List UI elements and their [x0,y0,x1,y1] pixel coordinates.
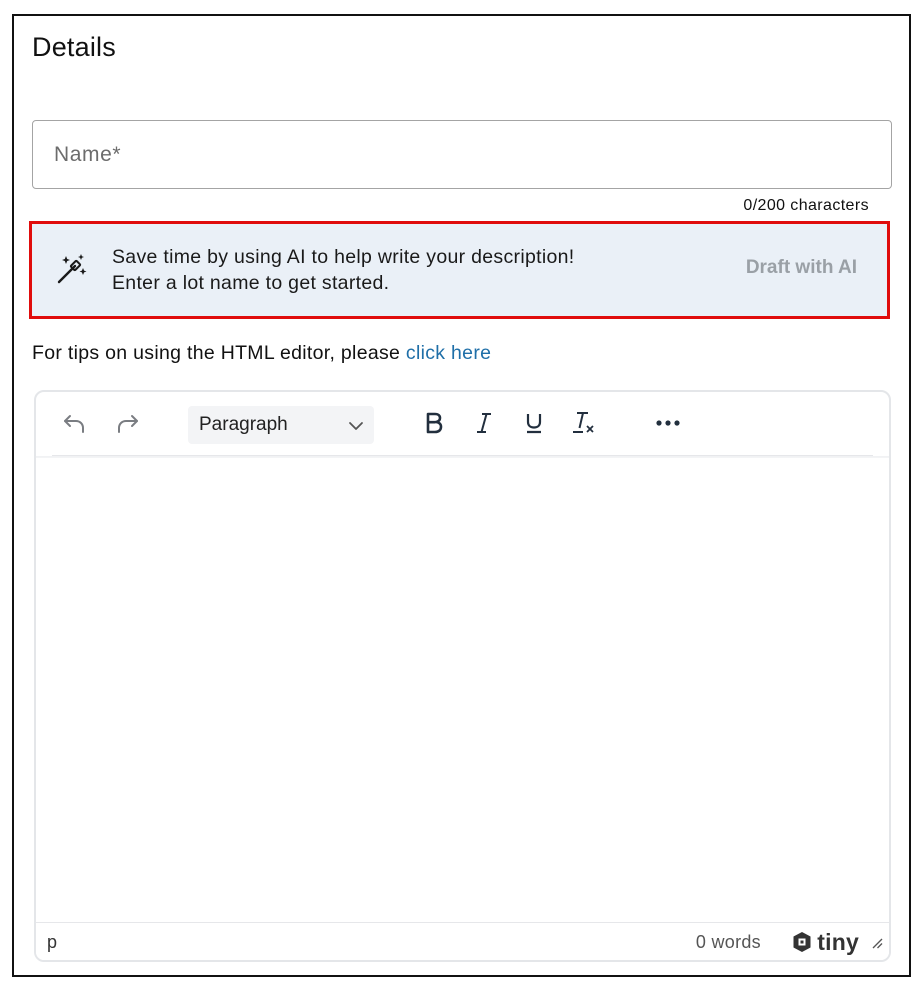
ai-banner-message: Save time by using AI to help write your… [112,244,574,296]
underline-icon [524,411,544,435]
clear-formatting-icon [571,410,597,436]
redo-icon [115,410,141,436]
resize-handle-icon[interactable] [871,936,883,954]
element-path[interactable]: p [47,932,57,953]
more-button[interactable] [650,406,686,440]
ai-banner-line-2: Enter a lot name to get started. [112,272,390,294]
editor-toolbar: Paragraph [52,392,873,456]
ai-banner-line-1: Save time by using AI to help write your… [112,246,575,268]
tiny-logo-icon [793,932,811,952]
magic-wand-icon [55,252,89,286]
underline-button[interactable] [516,406,552,440]
redo-button[interactable] [110,406,146,440]
editor-tips: For tips on using the HTML editor, pleas… [32,342,491,365]
character-counter: 0/200 characters [743,197,869,214]
details-panel: Details 0/200 characters Save time by us… [12,14,911,977]
chevron-down-icon [348,419,364,437]
word-count[interactable]: 0 words [696,932,761,953]
ai-draft-banner: Save time by using AI to help write your… [29,221,890,319]
block-format-select[interactable]: Paragraph [188,406,374,444]
clear-formatting-button[interactable] [566,406,602,440]
editor-statusbar: p 0 words tiny [36,922,889,960]
rich-text-editor: Paragraph p 0 words tiny [34,390,891,962]
bold-icon [423,411,445,435]
editor-tips-link[interactable]: click here [406,342,491,364]
draft-with-ai-button[interactable]: Draft with AI [746,257,857,279]
bold-button[interactable] [416,406,452,440]
more-icon [655,419,681,427]
undo-button[interactable] [56,406,92,440]
tiny-brand-text: tiny [817,928,859,955]
name-input[interactable] [33,121,891,188]
editor-content-area[interactable] [36,458,889,922]
page-title: Details [32,32,116,62]
italic-icon [474,411,494,435]
italic-button[interactable] [466,406,502,440]
editor-tips-text: For tips on using the HTML editor, pleas… [32,342,406,364]
undo-icon [61,410,87,436]
tiny-logo[interactable]: tiny [791,929,859,955]
block-format-value: Paragraph [199,414,288,435]
name-field[interactable] [32,120,892,189]
